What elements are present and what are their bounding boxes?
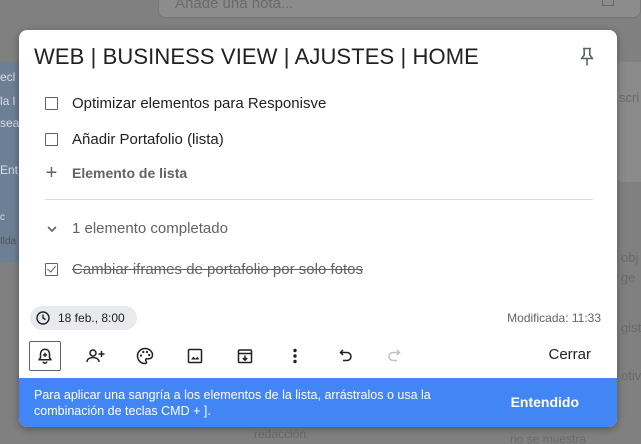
reminder-chip[interactable]: 18 feb., 8:00 [30, 306, 137, 330]
background-left-text: c [0, 212, 5, 223]
modified-timestamp: Modificada: 11:33 [507, 311, 601, 325]
completed-list-item: Cambiar iframes de portafolio por solo f… [45, 258, 363, 280]
reminder-bell-icon[interactable] [29, 341, 61, 371]
background-left-text: ecl [0, 70, 16, 84]
undo-icon[interactable] [329, 341, 361, 371]
background-take-note-bar: Añade una nota... [158, 0, 641, 18]
pin-icon[interactable] [577, 46, 597, 68]
note-editor-dialog: WEB | BUSINESS VIEW | AJUSTES | HOME Opt… [19, 30, 617, 427]
background-right-text: gist [621, 320, 641, 335]
background-checkbox-icon [602, 0, 614, 6]
list-item: Añadir Portafolio (lista) [45, 128, 224, 150]
background-bottom-text: no se muestra [510, 432, 587, 444]
background-left-text: sea [0, 116, 20, 130]
background-bottom-text: redacción [254, 427, 307, 441]
background-take-note-text: Añade una nota... [175, 0, 294, 12]
item-checkbox[interactable] [45, 96, 58, 110]
add-list-item[interactable]: + Elemento de lista [45, 162, 188, 184]
list-item: Optimizar elementos para Responisve [45, 92, 326, 114]
image-icon[interactable] [179, 341, 211, 371]
clock-icon [36, 311, 50, 325]
note-title[interactable]: WEB | BUSINESS VIEW | AJUSTES | HOME [34, 44, 479, 70]
background-left-text: Ilda [0, 236, 17, 247]
background-left-text: la l [0, 94, 16, 108]
list-item-text[interactable]: Optimizar elementos para Responisve [72, 95, 326, 112]
list-item-text[interactable]: Añadir Portafolio (lista) [72, 131, 224, 148]
got-it-button[interactable]: Entendido [511, 394, 579, 410]
plus-icon: + [45, 162, 58, 184]
background-left-text: Ent [0, 163, 19, 177]
background-right-text: otiv [621, 368, 641, 383]
archive-icon[interactable] [229, 341, 261, 371]
collaborator-icon[interactable] [79, 341, 111, 371]
background-right-text: ge [621, 270, 636, 285]
add-list-item-label: Elemento de lista [72, 165, 188, 181]
completed-items-toggle[interactable]: 1 elemento completado [45, 220, 228, 237]
divider [45, 199, 593, 200]
item-checkbox-checked[interactable] [45, 262, 58, 276]
redo-icon[interactable] [379, 341, 411, 371]
more-vert-icon[interactable] [279, 341, 311, 371]
background-left-note [0, 62, 20, 262]
completed-item-text[interactable]: Cambiar iframes de portafolio por solo f… [72, 261, 363, 278]
snackbar-message: Para aplicar una sangría a los elementos… [34, 387, 431, 418]
background-right-note [616, 62, 641, 182]
close-button[interactable]: Cerrar [548, 346, 591, 363]
item-checkbox[interactable] [45, 132, 58, 146]
background-right-text: obj [621, 250, 639, 265]
background-right-text: scri [619, 90, 640, 105]
snackbar: Para aplicar una sangría a los elementos… [19, 378, 617, 427]
chevron-down-icon [45, 225, 58, 233]
palette-icon[interactable] [129, 341, 161, 371]
reminder-time: 18 feb., 8:00 [58, 311, 125, 325]
completed-items-count: 1 elemento completado [72, 220, 228, 237]
note-toolbar [29, 341, 429, 371]
